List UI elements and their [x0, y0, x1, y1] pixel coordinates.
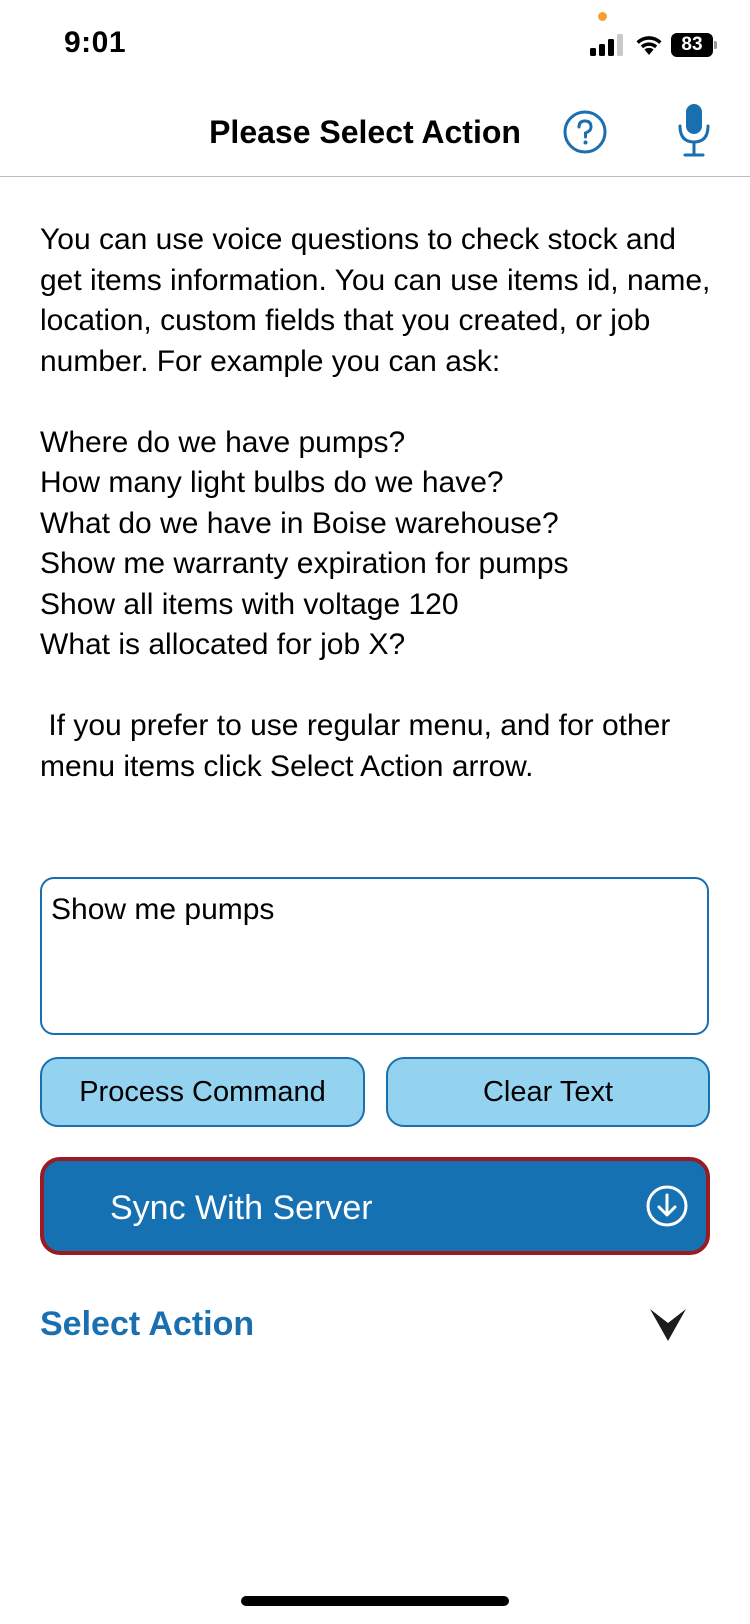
battery-level: 83 [671, 33, 713, 57]
page-title: Please Select Action [209, 114, 521, 150]
signal-icon [590, 34, 623, 56]
home-indicator[interactable] [241, 1596, 509, 1606]
screen: 9:01 83 Please Select Action You can use… [0, 0, 750, 1624]
privacy-indicator-dot [598, 12, 607, 21]
battery-cap [714, 41, 717, 49]
sync-with-server-button[interactable]: Sync With Server [40, 1157, 710, 1255]
microphone-icon[interactable] [676, 102, 712, 158]
download-circle-icon [646, 1185, 688, 1227]
clear-text-button[interactable]: Clear Text [386, 1057, 710, 1127]
sync-button-label: Sync With Server [110, 1189, 373, 1227]
status-time: 9:01 [64, 26, 127, 59]
nav-bar: Please Select Action [0, 90, 750, 177]
example-question: What is allocated for job X? [40, 628, 406, 661]
chevron-down-icon[interactable] [648, 1305, 688, 1345]
intro-text: You can use voice questions to check sto… [40, 223, 711, 378]
help-circle-icon[interactable] [563, 110, 607, 154]
example-question: What do we have in Boise warehouse? [40, 506, 559, 540]
example-question: Show all items with voltage 120 [40, 587, 459, 621]
wifi-icon [636, 36, 662, 55]
example-question: Show me warranty expiration for pumps [40, 547, 569, 580]
select-action-label[interactable]: Select Action [40, 1305, 254, 1344]
example-question: Where do we have pumps? [40, 425, 406, 459]
battery-icon: 83 [671, 33, 717, 57]
outro-text: If you prefer to use regular menu, and f… [40, 709, 679, 783]
command-input[interactable]: Show me pumps [40, 877, 709, 1035]
status-bar: 9:01 83 [0, 0, 750, 90]
voice-help-text: You can use voice questions to check sto… [40, 220, 720, 787]
process-command-button[interactable]: Process Command [40, 1057, 365, 1127]
example-question: How many light bulbs do we have? [40, 466, 504, 499]
